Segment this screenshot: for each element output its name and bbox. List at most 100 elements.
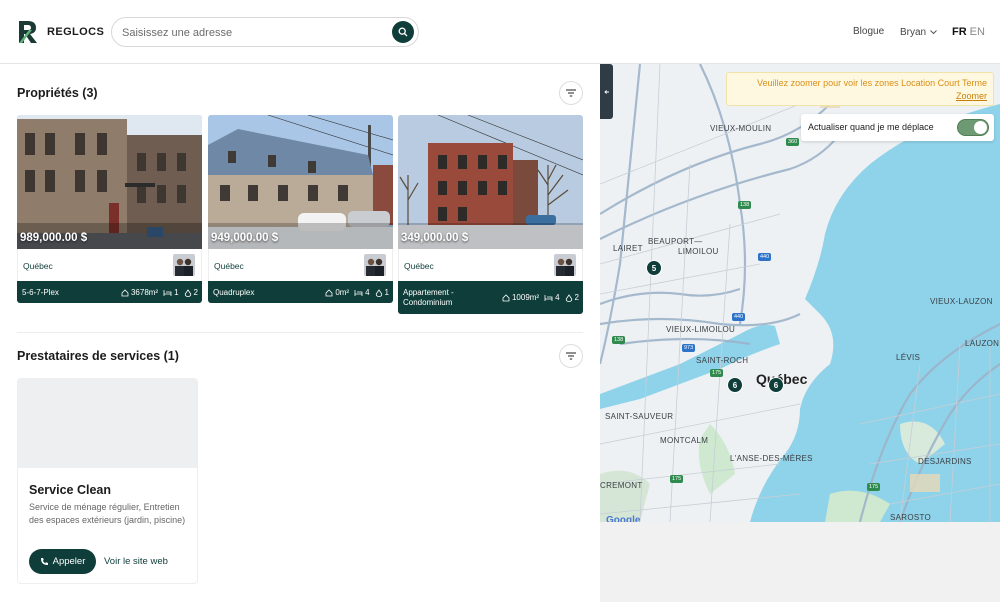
agent-avatar[interactable] <box>554 254 576 276</box>
property-area: 1009m² <box>511 293 540 302</box>
search-button[interactable] <box>392 21 414 43</box>
properties-filter-button[interactable] <box>559 81 583 105</box>
user-name: Bryan <box>900 27 927 38</box>
lang-en[interactable]: EN <box>970 26 985 38</box>
baths-stat: 1 <box>375 288 389 297</box>
property-type: Appartement - Condominium <box>403 288 454 307</box>
property-baths: 2 <box>574 293 579 302</box>
bed-icon <box>163 289 172 296</box>
map-label: LAIRET <box>613 244 643 253</box>
arrow-left-icon <box>603 89 609 94</box>
map-label: SAINT-SAUVEUR <box>605 412 674 421</box>
property-card[interactable]: 949,000.00 $ Québec Quadruplex 0m² 4 1 <box>208 115 393 315</box>
map-label: LÉVIS <box>896 353 921 362</box>
brand-logo[interactable]: REGLOCS <box>17 20 104 44</box>
service-provider-card[interactable]: Service Clean Service de ménage régulier… <box>17 378 198 584</box>
property-type: 5-6-7-Plex <box>22 288 59 297</box>
road-badge: 175 <box>867 483 881 491</box>
property-location-row: Québec <box>398 249 583 281</box>
collapse-panel-button[interactable] <box>600 64 613 119</box>
home-icon <box>325 288 333 296</box>
filter-icon <box>566 352 576 360</box>
call-button-label: Appeler <box>52 556 86 567</box>
property-area: 3678m² <box>130 288 159 297</box>
property-type: Quadruplex <box>213 288 255 297</box>
user-menu[interactable]: Bryan <box>900 27 937 38</box>
move-refresh-label: Actualiser quand je me déplace <box>808 122 934 132</box>
area-stat: 3678m² <box>121 288 158 297</box>
map-label: LIMOILOU <box>678 247 719 256</box>
zoom-notice: Veuillez zoomer pour voir les zones Loca… <box>726 72 994 106</box>
property-stats: 3678m² 1 2 <box>121 288 198 297</box>
property-card[interactable]: 989,000.00 $ Québec 5-6-7-Plex 3678m² 1 … <box>17 115 202 315</box>
property-location-row: Québec <box>17 249 202 281</box>
language-switcher: FR EN <box>952 26 985 38</box>
agent-avatar[interactable] <box>364 254 386 276</box>
baths-stat: 2 <box>184 288 198 297</box>
property-price: 349,000.00 $ <box>401 232 469 244</box>
property-city: Québec <box>23 261 53 271</box>
toggle-knob <box>974 121 987 134</box>
property-location-row: Québec <box>208 249 393 281</box>
services-title: Prestataires de services (1) <box>17 349 179 363</box>
bed-icon <box>544 294 553 301</box>
property-photo: 989,000.00 $ <box>17 115 202 249</box>
map-label: LAUZON <box>965 339 1000 348</box>
property-stats: 1009m² 4 2 <box>502 293 579 302</box>
move-refresh-control: Actualiser quand je me déplace <box>801 114 994 141</box>
service-description: Service de ménage régulier, Entretien de… <box>29 502 186 525</box>
property-card[interactable]: 349,000.00 $ Québec Appartement - Condom… <box>398 115 583 315</box>
map-label: VIEUX-LIMOILOU <box>666 325 736 334</box>
filter-icon <box>566 89 576 97</box>
call-button[interactable]: Appeler <box>29 549 96 574</box>
website-link[interactable]: Voir le site web <box>104 556 168 567</box>
services-filter-button[interactable] <box>559 344 583 368</box>
property-price: 989,000.00 $ <box>20 232 88 244</box>
property-stats: 0m² 4 1 <box>325 288 389 297</box>
logo-icon <box>19 21 37 43</box>
area-stat: 1009m² <box>502 293 539 302</box>
property-city: Québec <box>404 261 434 271</box>
property-beds: 4 <box>555 293 560 302</box>
move-refresh-toggle[interactable] <box>957 119 989 136</box>
property-photo: 349,000.00 $ <box>398 115 583 249</box>
search-icon <box>398 27 408 37</box>
map-label: CREMONT <box>600 481 643 490</box>
property-photo: 949,000.00 $ <box>208 115 393 249</box>
brand-name: REGLOCS <box>47 26 105 38</box>
area-stat: 0m² <box>325 288 349 297</box>
property-beds: 1 <box>174 288 179 297</box>
properties-title: Propriétés (3) <box>17 86 98 100</box>
road-badge: 440 <box>732 313 746 321</box>
road-badge: 973 <box>682 344 696 352</box>
map-label: DESJARDINS <box>918 457 972 466</box>
map-label: SAINT-ROCH <box>696 356 749 365</box>
road-badge: 360 <box>786 138 800 146</box>
map-pin[interactable]: 6 <box>768 377 784 393</box>
property-details-bar: 5-6-7-Plex 3678m² 1 2 <box>17 281 202 303</box>
property-details-bar: Appartement - Condominium 1009m² 4 2 <box>398 281 583 314</box>
road-badge: 175 <box>670 475 684 483</box>
map-pin[interactable]: 6 <box>727 377 743 393</box>
road-badge: 440 <box>758 253 772 261</box>
bed-icon <box>354 289 363 296</box>
lang-fr[interactable]: FR <box>952 26 967 38</box>
zoom-link[interactable]: Zoomer <box>956 91 987 101</box>
agent-avatar[interactable] <box>173 254 195 276</box>
nav-blog-link[interactable]: Blogue <box>853 26 884 37</box>
road-badge: 138 <box>612 336 626 344</box>
property-baths: 2 <box>193 288 198 297</box>
map-pin[interactable]: 5 <box>646 260 662 276</box>
beds-stat: 1 <box>163 288 179 297</box>
search-input[interactable] <box>122 24 382 42</box>
map-label: SAROSTO <box>890 513 932 522</box>
map-label: VIEUX-LAUZON <box>930 297 993 306</box>
beds-stat: 4 <box>544 293 560 302</box>
home-icon <box>502 293 510 301</box>
zoom-notice-text: Veuillez zoomer pour voir les zones Loca… <box>757 78 987 88</box>
service-name: Service Clean <box>29 483 111 497</box>
property-price: 949,000.00 $ <box>211 232 279 244</box>
beds-stat: 4 <box>354 288 370 297</box>
road-badge: 175 <box>710 369 724 377</box>
phone-icon <box>40 558 48 565</box>
